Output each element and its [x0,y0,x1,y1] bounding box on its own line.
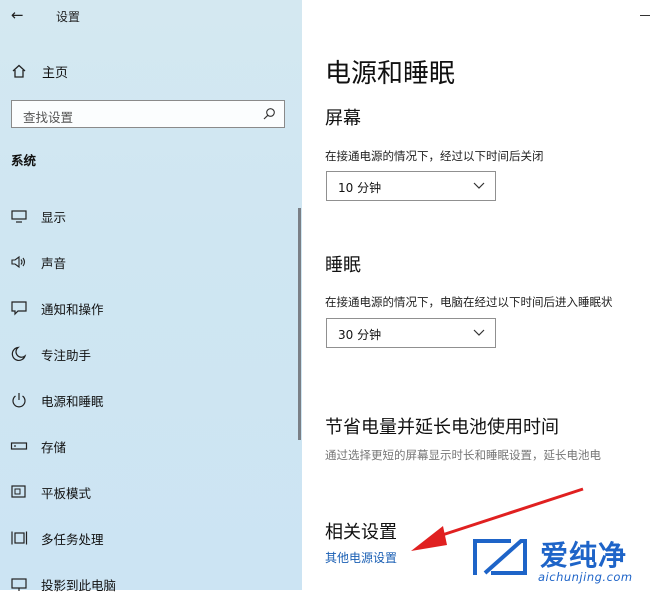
sidebar-scrollbar[interactable] [298,208,301,440]
tablet-icon [11,485,26,498]
additional-power-settings-link[interactable]: 其他电源设置 [325,549,397,566]
battery-heading: 节省电量并延长电池使用时间 [325,417,559,438]
sidebar-item-power-sleep[interactable]: 电源和睡眠 [0,383,298,417]
storage-icon [10,442,28,450]
sidebar-item-storage[interactable]: 存储 [0,429,298,463]
sidebar-item-label: 通知和操作 [41,302,104,317]
sleep-heading: 睡眠 [325,255,361,276]
sidebar-item-display[interactable]: 显示 [0,199,298,233]
home-icon [12,64,26,78]
search-input[interactable]: 查找设置 [11,100,285,128]
sidebar-item-multitasking[interactable]: 多任务处理 [0,521,298,555]
multitask-icon [11,531,28,545]
sidebar-item-label: 电源和睡眠 [41,394,104,409]
speaker-icon [11,255,26,269]
screen-timeout-value: 10 分钟 [338,181,382,195]
chevron-down-icon [473,182,485,189]
minimize-icon[interactable] [640,15,650,16]
watermark-text: 爱纯净 [540,539,628,572]
sleep-timeout-dropdown[interactable]: 30 分钟 [326,318,496,348]
sidebar-item-label: 显示 [41,210,67,225]
related-settings-heading: 相关设置 [325,522,397,543]
search-placeholder: 查找设置 [23,110,74,125]
monitor-icon [11,210,27,223]
power-icon [12,393,26,408]
sidebar-item-label: 声音 [41,256,67,271]
sidebar: ← 设置 主页 查找设置 系统 显示 声音 通知和操作 专注助手 电源和睡眠 存… [0,0,302,593]
app-title: 设置 [56,10,81,24]
sleep-description: 在接通电源的情况下，电脑在经过以下时间后进入睡眠状 [325,295,613,309]
sidebar-item-home[interactable]: 主页 [0,58,300,84]
sleep-timeout-value: 30 分钟 [338,328,382,342]
sidebar-item-focus-assist[interactable]: 专注助手 [0,337,298,371]
home-label: 主页 [42,66,69,81]
moon-icon [11,346,27,362]
sidebar-item-label: 专注助手 [41,348,92,363]
page-title: 电源和睡眠 [325,59,456,89]
back-arrow-icon[interactable]: ← [11,6,24,24]
sidebar-item-label: 投影到此电脑 [41,578,117,593]
sidebar-item-label: 多任务处理 [41,532,104,547]
sidebar-item-notifications[interactable]: 通知和操作 [0,291,298,325]
chevron-down-icon [473,329,485,336]
sidebar-item-label: 存储 [41,440,67,455]
search-icon [263,108,275,120]
section-title-system: 系统 [11,153,37,168]
sidebar-item-sound[interactable]: 声音 [0,245,298,279]
sidebar-item-project[interactable]: 投影到此电脑 [0,567,298,601]
sidebar-item-tablet-mode[interactable]: 平板模式 [0,475,298,509]
sidebar-item-label: 平板模式 [41,486,92,501]
watermark-url: aichunjing.com [538,570,633,584]
screen-heading: 屏幕 [325,108,361,129]
screen-description: 在接通电源的情况下，经过以下时间后关闭 [325,149,544,163]
screen-timeout-dropdown[interactable]: 10 分钟 [326,171,496,201]
battery-description: 通过选择更短的屏幕显示时长和睡眠设置，延长电池电 [325,448,601,462]
watermark-logo-icon [473,539,527,575]
notification-icon [11,301,27,316]
